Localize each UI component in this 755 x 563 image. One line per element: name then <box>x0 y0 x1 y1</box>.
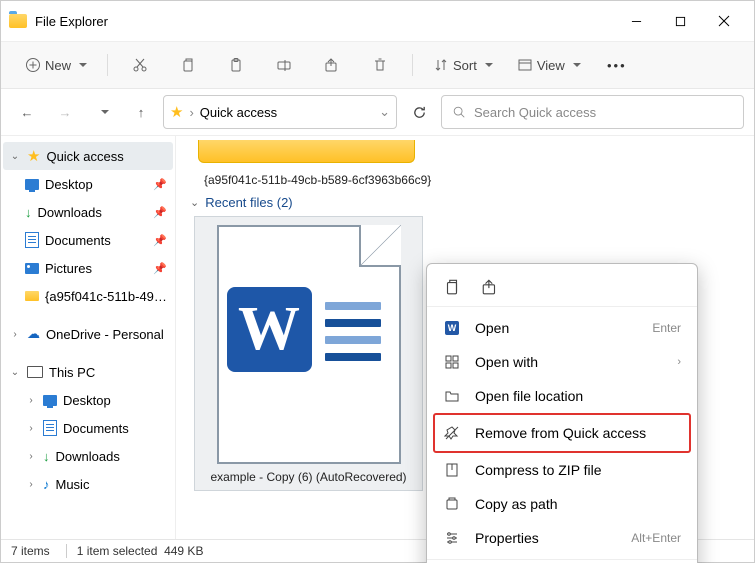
forward-button[interactable]: → <box>49 96 81 128</box>
sidebar-item-documents[interactable]: Documents📌 <box>3 226 173 254</box>
documents-icon <box>25 232 39 248</box>
desktop-icon <box>43 395 57 406</box>
navigation-pane: ⌄★Quick access Desktop📌 ↓Downloads📌 Docu… <box>1 136 176 539</box>
refresh-button[interactable] <box>403 96 435 128</box>
up-button[interactable]: ↑ <box>125 96 157 128</box>
sidebar-item-pc-downloads[interactable]: ›↓Downloads <box>3 442 173 470</box>
context-open-location[interactable]: Open file location <box>427 379 697 413</box>
search-box[interactable]: Search Quick access <box>441 95 744 129</box>
command-bar: New Sort View ••• <box>1 42 754 89</box>
downloads-icon: ↓ <box>25 205 32 220</box>
navigation-bar: ← → ↑ ★ › Quick access ⌄ Search Quick ac… <box>1 89 754 136</box>
sidebar-item-downloads[interactable]: ↓Downloads📌 <box>3 198 173 226</box>
sidebar-item-guid-folder[interactable]: {a95f041c-511b-49cb-b589-6cf3963b66c9} <box>3 282 173 310</box>
context-compress[interactable]: Compress to ZIP file <box>427 453 697 487</box>
address-dropdown-icon[interactable]: ⌄ <box>379 104 390 120</box>
paste-button[interactable] <box>214 49 258 81</box>
sidebar-item-pc-documents[interactable]: ›Documents <box>3 414 173 442</box>
new-label: New <box>45 58 71 73</box>
pin-icon: 📌 <box>153 262 167 275</box>
music-icon: ♪ <box>43 477 50 492</box>
copy-icon[interactable] <box>443 278 461 299</box>
search-icon <box>452 105 466 119</box>
pin-icon: 📌 <box>153 206 167 219</box>
properties-icon <box>443 530 461 546</box>
status-selected: 1 item selected 449 KB <box>66 544 204 558</box>
context-menu: WOpenEnter Open with› Open file location… <box>426 263 698 563</box>
downloads-icon: ↓ <box>43 449 50 464</box>
pin-icon: 📌 <box>153 234 167 247</box>
word-icon: W <box>445 321 459 335</box>
search-placeholder: Search Quick access <box>474 105 596 120</box>
sort-label: Sort <box>453 58 477 73</box>
share-icon[interactable] <box>481 278 499 299</box>
view-button[interactable]: View <box>507 49 591 81</box>
documents-icon <box>43 420 57 436</box>
back-button[interactable]: ← <box>11 96 43 128</box>
cloud-icon: ☁ <box>27 326 40 342</box>
pin-icon: 📌 <box>153 178 167 191</box>
minimize-button[interactable] <box>614 7 658 35</box>
desktop-icon <box>25 179 39 190</box>
sidebar-item-quick-access[interactable]: ⌄★Quick access <box>3 142 173 170</box>
cut-button[interactable] <box>118 49 162 81</box>
share-button[interactable] <box>310 49 354 81</box>
recent-dropdown[interactable] <box>87 96 119 128</box>
unpin-icon <box>443 425 461 441</box>
context-open-with[interactable]: Open with› <box>427 345 697 379</box>
folder-thumbnail[interactable] <box>198 140 415 163</box>
view-label: View <box>537 58 565 73</box>
sidebar-item-pc-desktop[interactable]: ›Desktop <box>3 386 173 414</box>
status-item-count: 7 items <box>11 544 50 558</box>
chevron-right-icon: › <box>189 105 193 120</box>
star-icon: ★ <box>27 147 40 165</box>
recent-files-header[interactable]: ⌄ Recent files (2) <box>190 195 754 210</box>
sidebar-item-pc-music[interactable]: ›♪Music <box>3 470 173 498</box>
maximize-button[interactable] <box>658 7 702 35</box>
pc-icon <box>27 366 43 378</box>
word-logo: W <box>227 287 312 372</box>
sidebar-item-desktop[interactable]: Desktop📌 <box>3 170 173 198</box>
rename-button[interactable] <box>262 49 306 81</box>
folder-name: {a95f041c-511b-49cb-b589-6cf3963b66c9} <box>204 173 754 187</box>
address-text: Quick access <box>200 105 373 120</box>
delete-button[interactable] <box>358 49 402 81</box>
close-button[interactable] <box>702 7 746 35</box>
file-caption: example - Copy (6) (AutoRecovered) <box>201 470 416 484</box>
sort-button[interactable]: Sort <box>423 49 503 81</box>
folder-icon <box>25 291 39 301</box>
context-properties[interactable]: PropertiesAlt+Enter <box>427 521 697 555</box>
context-top-actions <box>427 270 697 307</box>
sidebar-item-this-pc[interactable]: ⌄This PC <box>3 358 173 386</box>
context-remove-quick-access[interactable]: Remove from Quick access <box>433 413 691 453</box>
star-icon: ★ <box>170 103 183 121</box>
sidebar-item-pictures[interactable]: Pictures📌 <box>3 254 173 282</box>
pictures-icon <box>25 263 39 274</box>
new-button[interactable]: New <box>15 49 97 81</box>
chevron-right-icon: › <box>677 356 681 368</box>
copy-button[interactable] <box>166 49 210 81</box>
sidebar-item-onedrive[interactable]: ›☁OneDrive - Personal <box>3 320 173 348</box>
context-open[interactable]: WOpenEnter <box>427 311 697 345</box>
doc-lines <box>325 302 381 370</box>
context-copy-path[interactable]: Copy as path <box>427 487 697 521</box>
address-bar[interactable]: ★ › Quick access ⌄ <box>163 95 397 129</box>
word-document-icon: W <box>217 225 401 464</box>
folder-icon <box>443 388 461 404</box>
titlebar: File Explorer <box>1 1 754 42</box>
file-item[interactable]: W example - Copy (6) (AutoRecovered) <box>194 216 423 491</box>
recent-files-label: Recent files (2) <box>205 195 292 210</box>
more-button[interactable]: ••• <box>595 49 639 81</box>
copy-path-icon <box>443 496 461 512</box>
window-title: File Explorer <box>35 14 614 29</box>
open-with-icon <box>443 354 461 370</box>
app-icon <box>9 14 27 28</box>
chevron-down-icon: ⌄ <box>190 196 199 209</box>
zip-icon <box>443 462 461 478</box>
file-explorer-window: File Explorer New Sort View ••• ← <box>0 0 755 563</box>
